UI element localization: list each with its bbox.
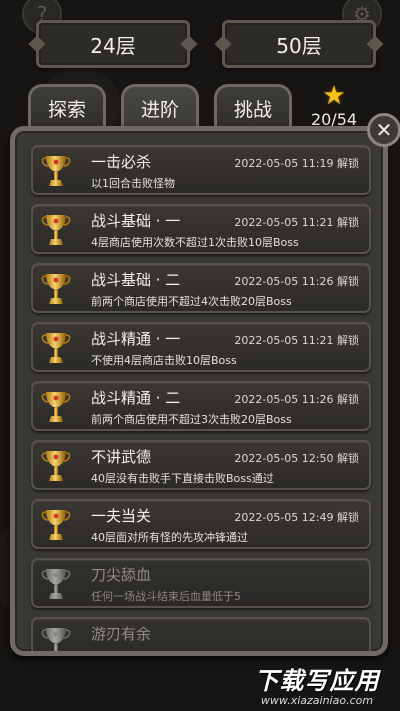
achievement-row[interactable]: 战斗基础 · 一 2022-05-05 11:21 解锁 4层商店使用次数不超过1次…	[31, 204, 371, 254]
achievement-row[interactable]: 刀尖舔血任何一场战斗结束后血量低于5	[31, 558, 371, 608]
achievement-row[interactable]: 战斗基础 · 二 2022-05-05 11:26 解锁前两个商店使用不超过4次击…	[31, 263, 371, 313]
trophy-icon	[41, 392, 71, 422]
watermark-main: 下载写应用	[254, 667, 380, 695]
achievement-date: 2022-05-05 12:49 解锁	[234, 511, 359, 524]
achievement-panel: 一击必杀 2022-05-05 11:19 解锁以1回合击败怪物战斗基础 · 一 2…	[10, 126, 388, 656]
achievement-row[interactable]: 不讲武德 2022-05-05 12:50 解锁 40层没有击败手下直接击败Boss…	[31, 440, 371, 490]
achievement-date: 2022-05-05 11:26 解锁	[234, 393, 359, 406]
trophy-icon	[41, 628, 71, 651]
achievement-title: 游刃有余	[91, 625, 152, 643]
achievement-title: 战斗基础 · 一	[91, 212, 181, 230]
max-floor-button[interactable]: 50层	[222, 20, 376, 68]
trophy-icon	[41, 510, 71, 540]
tab-advanced-label: 进阶	[140, 99, 179, 121]
max-floor-label: 50层	[276, 33, 322, 58]
tab-explore-label: 探索	[47, 99, 86, 121]
achievement-date: 2022-05-05 11:19 解锁	[234, 157, 359, 170]
trophy-icon	[41, 274, 71, 304]
achievement-date: 2022-05-05 11:21 解锁	[234, 216, 359, 229]
current-floor-button[interactable]: 24层	[36, 20, 190, 68]
achievement-desc: 前两个商店使用不超过4次击败20层Boss	[91, 295, 292, 308]
tab-advanced[interactable]: 进阶	[121, 84, 199, 132]
achievement-title: 一夫当关	[91, 507, 152, 525]
watermark-sub: www.xiazainiao.com	[260, 694, 374, 707]
watermark-logo: 下载写应用 www.xiazainiao.com	[236, 660, 398, 708]
tab-explore[interactable]: 探索	[28, 84, 106, 132]
trophy-icon	[41, 451, 71, 481]
achievement-title: 不讲武德	[91, 448, 152, 466]
achievement-title: 一击必杀	[91, 153, 152, 171]
achievement-row[interactable]: 一击必杀 2022-05-05 11:19 解锁以1回合击败怪物	[31, 145, 371, 195]
achievement-row[interactable]: 游刃有余	[31, 617, 371, 651]
achievement-desc: 40层面对所有怪的先攻冲锋通过	[91, 531, 248, 544]
star-icon: ★	[322, 81, 346, 111]
tab-challenge[interactable]: 挑战	[214, 84, 292, 132]
achievement-date: 2022-05-05 11:26 解锁	[234, 275, 359, 288]
trophy-icon	[41, 333, 71, 363]
achievement-desc: 4层商店使用次数不超过1次击败10层Boss	[91, 236, 299, 249]
tab-challenge-label: 挑战	[233, 99, 272, 121]
achievement-row[interactable]: 战斗精通 · 二 2022-05-05 11:26 解锁前两个商店使用不超过3次击…	[31, 381, 371, 431]
close-button[interactable]: ✕	[367, 113, 400, 147]
achievement-date: 2022-05-05 12:50 解锁	[234, 452, 359, 465]
achievement-title: 战斗精通 · 一	[91, 330, 181, 348]
close-icon: ✕	[375, 118, 393, 142]
achievement-title: 战斗精通 · 二	[91, 389, 181, 407]
achievement-desc: 不使用4层商店击败10层Boss	[91, 354, 237, 367]
achievement-title: 刀尖舔血	[91, 566, 152, 584]
achievement-row[interactable]: 一夫当关 2022-05-05 12:49 解锁 40层面对所有怪的先攻冲锋通过	[31, 499, 371, 549]
achievement-desc: 前两个商店使用不超过3次击败20层Boss	[91, 413, 292, 426]
achievement-desc: 以1回合击败怪物	[91, 177, 175, 190]
star-counter: ★ 20/54	[306, 81, 362, 129]
achievement-desc: 任何一场战斗结束后血量低于5	[91, 590, 241, 603]
achievement-row[interactable]: 战斗精通 · 一 2022-05-05 11:21 解锁不使用4层商店击败10层B…	[31, 322, 371, 372]
trophy-icon	[41, 215, 71, 245]
achievement-title: 战斗基础 · 二	[91, 271, 181, 289]
achievement-desc: 40层没有击败手下直接击败Boss通过	[91, 472, 274, 485]
current-floor-label: 24层	[90, 33, 136, 58]
achievement-date: 2022-05-05 11:21 解锁	[234, 334, 359, 347]
trophy-icon	[41, 569, 71, 599]
trophy-icon	[41, 156, 71, 186]
achievement-list[interactable]: 一击必杀 2022-05-05 11:19 解锁以1回合击败怪物战斗基础 · 一 2…	[31, 145, 371, 651]
